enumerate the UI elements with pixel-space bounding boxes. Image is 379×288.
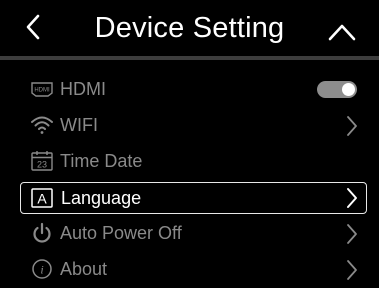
settings-list: HDMI HDMI WIFI 23 Time Date A Language A…	[0, 72, 379, 288]
collapse-button[interactable]	[327, 22, 357, 42]
menu-item-label: About	[60, 259, 108, 279]
language-icon: A	[31, 188, 53, 208]
header-bar: Device Setting	[0, 0, 379, 52]
info-icon: i	[32, 259, 52, 279]
menu-item-language[interactable]: A Language	[20, 182, 367, 214]
chevron-right-icon	[347, 224, 357, 244]
language-icon-text: A	[37, 191, 47, 207]
menu-item-label: WIFI	[60, 115, 98, 135]
chevron-right-icon	[347, 116, 357, 136]
calendar-icon: 23	[31, 151, 53, 171]
hdmi-toggle[interactable]	[317, 81, 357, 98]
menu-item-hdmi[interactable]: HDMI HDMI	[0, 72, 379, 108]
chevron-right-icon	[347, 260, 357, 280]
chevron-up-icon	[328, 24, 356, 41]
menu-item-auto-power-off[interactable]: Auto Power Off	[0, 216, 379, 252]
menu-item-label: Auto Power Off	[60, 223, 182, 243]
menu-item-label: Time Date	[60, 151, 143, 171]
menu-item-about[interactable]: i About	[0, 252, 379, 288]
toggle-knob	[342, 83, 355, 96]
menu-item-label: Language	[61, 188, 142, 208]
calendar-icon-text: 23	[37, 160, 47, 170]
chevron-right-icon	[347, 188, 357, 208]
hdmi-icon: HDMI	[31, 82, 53, 97]
hdmi-icon-text: HDMI	[34, 88, 50, 94]
power-icon	[33, 222, 51, 243]
header-divider	[0, 56, 379, 60]
menu-item-wifi[interactable]: WIFI	[0, 108, 379, 144]
wifi-icon	[31, 116, 53, 134]
menu-item-time-date[interactable]: 23 Time Date	[0, 144, 379, 180]
page-title: Device Setting	[94, 12, 285, 44]
info-icon-text: i	[40, 263, 43, 277]
menu-item-label: HDMI	[60, 79, 106, 99]
